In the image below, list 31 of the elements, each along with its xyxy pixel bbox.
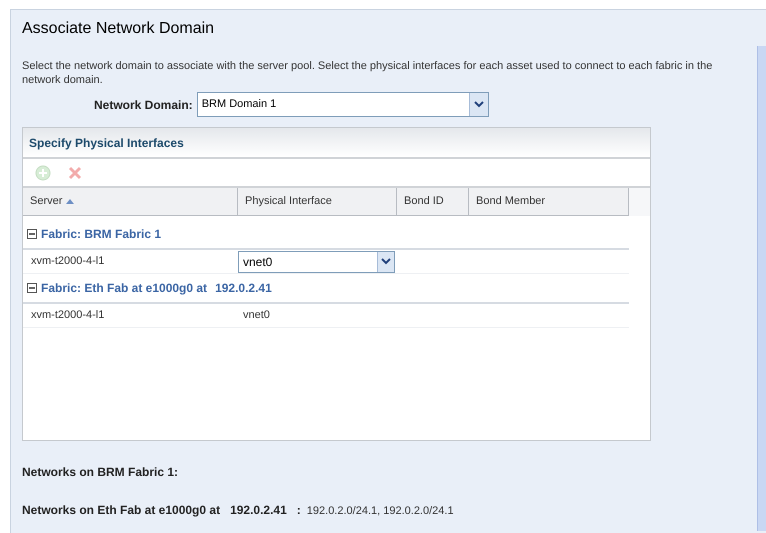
separator: : [296, 502, 301, 519]
chevron-down-icon [381, 258, 391, 265]
collapse-toggle[interactable] [27, 229, 37, 239]
description: Select the network domain to associate with the server pool. Select the physical interfaces for each asset used to connect to each fabric in the network domain. [22, 59, 714, 87]
group-label: Fabric: Eth Fab at e1000g0 at [41, 280, 208, 297]
plus-circle-icon [35, 164, 51, 180]
interface-dropdown[interactable]: vnet0 [238, 250, 395, 272]
field-label: Network Domain: [94, 96, 193, 114]
group-label: Fabric: BRM Fabric 1 [41, 226, 162, 243]
column-header[interactable]: Bond ID [397, 188, 469, 216]
group-address: 192.0.2.41 [215, 280, 272, 297]
networks-values: 192.0.2.0/24.1, 192.0.2.0/24.1 [306, 504, 454, 519]
column-header[interactable]: Bond Member [469, 188, 629, 216]
panel-title: Specify Physical Interfaces [29, 134, 184, 152]
close-icon [67, 164, 83, 180]
column-header[interactable]: Server [23, 188, 238, 216]
column-header[interactable]: Physical Interface [238, 188, 397, 216]
table-cell-text: xvm-t2000-4-l1 [30, 254, 106, 270]
minus-icon [29, 285, 35, 291]
scrollbar[interactable] [757, 46, 766, 531]
networks-label: Networks on BRM Fabric 1: [22, 464, 178, 481]
networks-label: Networks on Eth Fab at e1000g0 at [22, 502, 220, 519]
minus-icon [29, 231, 35, 237]
collapse-toggle[interactable] [27, 283, 37, 293]
page-title: Associate Network Domain [22, 19, 216, 39]
chevron-down-icon [474, 101, 484, 108]
networks-address: 192.0.2.41 [230, 502, 287, 519]
network-domain-dropdown[interactable]: BRM Domain 1 [196, 92, 489, 117]
table-cell-text: xvm-t2000-4-l1 [30, 308, 106, 324]
sort-arrow-icon [66, 199, 74, 204]
table-cell-text: vnet0 [242, 308, 270, 324]
